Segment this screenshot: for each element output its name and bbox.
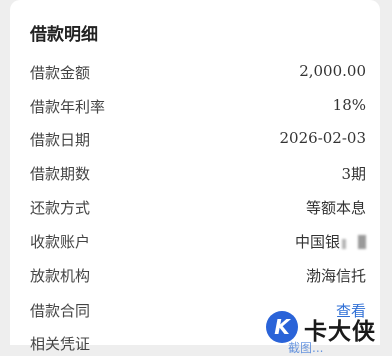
row-label: 放款机构 bbox=[30, 267, 91, 285]
masked-account-number bbox=[358, 235, 366, 249]
row-value-account: 中国银 bbox=[295, 231, 366, 252]
row-label: 还款方式 bbox=[30, 199, 91, 217]
row-receiving-account: 收款账户 中国银 bbox=[30, 231, 366, 255]
row-repayment-method: 还款方式 等额本息 bbox=[30, 197, 366, 221]
row-value: 等额本息 bbox=[305, 199, 366, 217]
row-label: 借款期数 bbox=[30, 165, 91, 183]
row-label: 借款日期 bbox=[30, 131, 91, 149]
row-value: 2026-02-03 bbox=[279, 129, 366, 147]
row-loan-date: 借款日期 2026-02-03 bbox=[30, 129, 366, 153]
kadaxia-logo-icon: K bbox=[266, 311, 298, 343]
row-label: 借款合同 bbox=[30, 302, 91, 320]
row-label: 收款账户 bbox=[30, 233, 91, 251]
row-related-documents-label: 相关凭证 bbox=[30, 335, 91, 353]
row-value: 渤海信托 bbox=[305, 267, 366, 285]
row-value: 3期 bbox=[341, 165, 366, 183]
row-lender: 放款机构 渤海信托 bbox=[30, 265, 366, 289]
logo-letter: K bbox=[274, 315, 290, 339]
row-label: 借款金额 bbox=[30, 64, 91, 82]
loan-details-card: 借款明细 借款金额 2,000.00 借款年利率 18% 借款日期 2026-0… bbox=[10, 0, 380, 353]
bank-name: 中国银 bbox=[294, 233, 340, 251]
kadaxia-watermark: 截图... K 卡大侠 bbox=[266, 309, 392, 355]
masked-account-fragment bbox=[342, 239, 346, 249]
row-label: 借款年利率 bbox=[30, 98, 106, 116]
card-title: 借款明细 bbox=[30, 25, 98, 45]
row-value: 2,000.00 bbox=[299, 62, 366, 80]
row-loan-amount: 借款金额 2,000.00 bbox=[30, 62, 366, 86]
row-loan-periods: 借款期数 3期 bbox=[30, 163, 366, 187]
row-annual-rate: 借款年利率 18% bbox=[30, 96, 366, 120]
row-value: 18% bbox=[332, 96, 366, 114]
kadaxia-brand-text: 卡大侠 bbox=[304, 319, 376, 345]
